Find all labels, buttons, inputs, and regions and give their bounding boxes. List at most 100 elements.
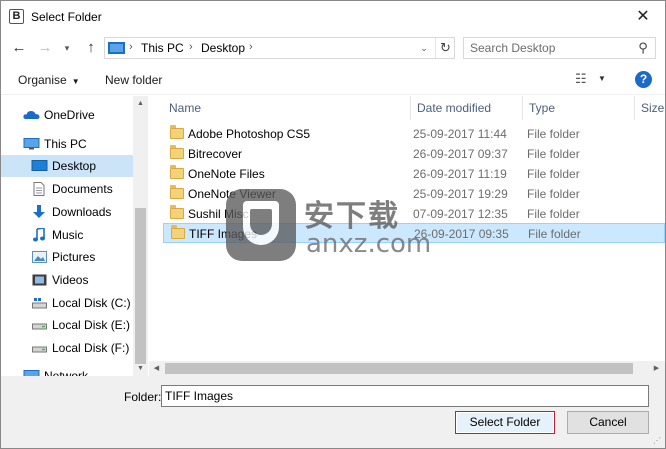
- sidebar-item-onedrive[interactable]: OneDrive: [1, 104, 133, 126]
- search-box[interactable]: ⚲: [463, 37, 656, 59]
- sidebar-item-label: Local Disk (C:): [52, 296, 131, 310]
- file-date: 26-09-2017 11:19: [413, 167, 507, 181]
- column-header-size[interactable]: Size: [635, 96, 665, 120]
- watermark: 安下载 anxz.com: [226, 189, 446, 269]
- scroll-left-arrow-icon[interactable]: ◀: [149, 361, 164, 376]
- sidebar-item-label: Downloads: [52, 205, 112, 219]
- folder-label: Folder:: [124, 390, 162, 404]
- file-date: 25-09-2017 11:44: [413, 127, 507, 141]
- sidebar-item-documents[interactable]: Documents: [1, 178, 133, 200]
- sidebar-item-downloads[interactable]: Downloads: [1, 201, 133, 223]
- scroll-right-arrow-icon[interactable]: ▶: [649, 361, 664, 376]
- organise-label: Organise: [18, 73, 67, 87]
- breadcrumb-separator[interactable]: ›: [129, 41, 133, 53]
- sidebar-item-label: Desktop: [52, 159, 97, 173]
- folder-icon: [170, 165, 184, 179]
- sidebar-item-network[interactable]: Network: [1, 365, 133, 376]
- column-header-label: Size: [641, 101, 665, 115]
- table-row[interactable]: OneNote Files 26-09-2017 11:19 File fold…: [163, 164, 665, 184]
- footer-panel: Folder: Select Folder Cancel ⋰: [1, 376, 665, 448]
- address-bar[interactable]: › This PC › Desktop › ⌄ ↻: [104, 37, 455, 59]
- table-row[interactable]: Adobe Photoshop CS5 25-09-2017 11:44 Fil…: [163, 124, 665, 144]
- scroll-up-arrow-icon[interactable]: ▲: [133, 96, 148, 111]
- sidebar-item-label: OneDrive: [44, 108, 95, 122]
- search-icon[interactable]: ⚲: [635, 40, 651, 56]
- navigation-pane: OneDrive This PC Desktop Documents Downl…: [1, 96, 148, 376]
- select-folder-button[interactable]: Select Folder: [455, 411, 555, 434]
- pc-icon: [23, 138, 40, 150]
- help-icon[interactable]: ?: [635, 71, 652, 88]
- column-header-date-modified[interactable]: Date modified: [411, 96, 523, 120]
- breadcrumb-separator[interactable]: ›: [249, 41, 253, 53]
- file-type: File folder: [527, 207, 580, 221]
- column-header-label: Date modified: [417, 101, 492, 115]
- videos-icon: [32, 274, 47, 286]
- column-header-name[interactable]: Name: [163, 96, 411, 120]
- column-header-label: Name: [169, 101, 202, 115]
- cancel-button[interactable]: Cancel: [567, 411, 649, 434]
- sidebar-item-local-disk-f[interactable]: Local Disk (F:): [1, 337, 133, 359]
- folder-icon: [170, 145, 184, 159]
- file-name: OneNote Files: [188, 167, 265, 181]
- breadcrumb-separator[interactable]: ›: [189, 41, 193, 53]
- up-arrow-icon[interactable]: ↑: [80, 37, 102, 59]
- sidebar-item-label: Videos: [52, 273, 89, 287]
- sidebar-item-label: Local Disk (F:): [52, 341, 130, 355]
- file-name: Adobe Photoshop CS5: [188, 127, 311, 141]
- onedrive-icon: [23, 111, 40, 119]
- breadcrumb-this-pc[interactable]: This PC: [141, 41, 184, 55]
- sidebar-item-this-pc[interactable]: This PC: [1, 133, 133, 155]
- sidebar-item-videos[interactable]: Videos: [1, 269, 133, 291]
- horizontal-scrollbar-thumb[interactable]: [165, 363, 633, 374]
- sidebar-item-pictures[interactable]: Pictures: [1, 246, 133, 268]
- file-date: 26-09-2017 09:37: [413, 147, 508, 161]
- view-options-icon[interactable]: ☷: [575, 72, 591, 86]
- horizontal-scrollbar[interactable]: ◀ ▶: [149, 361, 665, 376]
- sidebar-item-label: Pictures: [52, 250, 96, 264]
- back-arrow-icon[interactable]: ←: [8, 37, 30, 59]
- disk-icon: [32, 323, 47, 330]
- navigation-scrollbar-thumb[interactable]: [135, 208, 146, 364]
- sidebar-item-local-disk-c[interactable]: Local Disk (C:): [1, 292, 133, 314]
- sidebar-item-desktop[interactable]: Desktop: [1, 155, 133, 177]
- refresh-icon[interactable]: ↻: [435, 38, 455, 58]
- music-icon: [33, 228, 45, 242]
- sidebar-item-label: Music: [52, 228, 84, 242]
- recent-locations-chevron-icon[interactable]: ▾: [60, 37, 74, 59]
- file-type: File folder: [527, 127, 580, 141]
- disk-c-icon: [32, 298, 47, 309]
- breadcrumb-desktop[interactable]: Desktop: [201, 41, 245, 55]
- organise-button[interactable]: Organise ▼: [18, 73, 80, 87]
- scroll-down-arrow-icon[interactable]: ▼: [133, 361, 148, 376]
- column-header-label: Type: [529, 101, 556, 115]
- sort-ascending-icon: ^: [281, 96, 285, 99]
- sidebar-item-local-disk-e[interactable]: Local Disk (E:): [1, 314, 133, 336]
- sidebar-item-label: Network: [44, 369, 89, 376]
- file-name: Bitrecover: [188, 147, 243, 161]
- disk-icon: [32, 346, 47, 353]
- file-type: File folder: [528, 227, 581, 241]
- resize-grip-icon[interactable]: ⋰: [653, 436, 663, 446]
- folder-name-input[interactable]: [161, 385, 649, 407]
- column-header-type[interactable]: Type: [523, 96, 635, 120]
- sidebar-item-label: Local Disk (E:): [52, 318, 131, 332]
- sidebar-item-music[interactable]: Music: [1, 224, 133, 246]
- sidebar-item-label: This PC: [44, 137, 87, 151]
- window-title: Select Folder: [31, 10, 102, 24]
- file-type: File folder: [527, 147, 580, 161]
- close-button[interactable]: ✕: [621, 1, 665, 32]
- watermark-domain-text: anxz.com: [306, 229, 432, 259]
- pictures-icon: [32, 251, 47, 263]
- search-input[interactable]: [470, 41, 630, 55]
- folder-icon: [170, 125, 184, 139]
- folder-icon: [170, 185, 184, 199]
- folder-icon: [171, 225, 185, 239]
- app-icon: B: [9, 9, 24, 24]
- forward-arrow-icon[interactable]: →: [34, 37, 56, 59]
- new-folder-button[interactable]: New folder: [105, 73, 162, 87]
- pc-icon: [108, 42, 125, 54]
- view-chevron-down-icon[interactable]: ▼: [598, 74, 606, 83]
- documents-icon: [33, 182, 45, 196]
- address-dropdown-icon[interactable]: ⌄: [415, 38, 433, 58]
- table-row[interactable]: Bitrecover 26-09-2017 09:37 File folder: [163, 144, 665, 164]
